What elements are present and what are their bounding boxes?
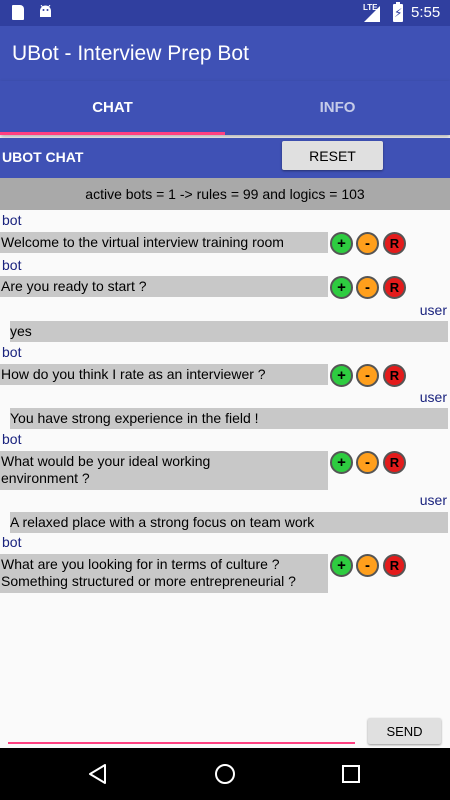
bot-message: What would be your ideal working environ… (0, 451, 328, 490)
message-line: environment ? (1, 470, 90, 486)
tab-info[interactable]: INFO (225, 81, 450, 135)
chat-header-label: UBOT CHAT (2, 149, 84, 165)
minus-button[interactable]: - (356, 451, 379, 474)
app-bar: UBot - Interview Prep Bot (0, 26, 450, 81)
user-message: You have strong experience in the field … (10, 408, 448, 429)
plus-button[interactable]: + (330, 276, 353, 299)
bot-message: Welcome to the virtual interview trainin… (0, 232, 328, 253)
message-line: Something structured or more entrepreneu… (1, 573, 296, 589)
signal-icon (364, 6, 380, 22)
r-button[interactable]: R (383, 554, 406, 577)
tab-bar: CHAT INFO (0, 81, 450, 135)
plus-button[interactable]: + (330, 554, 353, 577)
tab-indicator (0, 132, 225, 135)
message-line: You have strong experience in the field … (10, 410, 259, 426)
sd-card-icon (12, 5, 24, 20)
home-icon[interactable] (214, 763, 236, 785)
r-button[interactable]: R (383, 451, 406, 474)
status-bar: LTE ⚡ 5:55 (0, 0, 450, 26)
plus-button[interactable]: + (330, 451, 353, 474)
r-button[interactable]: R (383, 232, 406, 255)
back-icon[interactable] (88, 764, 108, 784)
sender-label: user (419, 389, 447, 405)
sender-label: bot (2, 257, 22, 273)
clock: 5:55 (411, 4, 441, 21)
send-button[interactable]: SEND (368, 718, 441, 744)
chat-list[interactable]: bot Welcome to the virtual interview tra… (0, 210, 450, 708)
message-composer: SEND (0, 708, 450, 748)
sender-label: bot (2, 534, 22, 550)
bot-stats-bar: active bots = 1 -> rules = 99 and logics… (0, 178, 450, 210)
chat-header: UBOT CHAT RESET (0, 138, 450, 178)
sender-label: bot (2, 431, 22, 447)
bot-message: How do you think I rate as an interviewe… (0, 364, 328, 385)
bot-message: Are you ready to start ? (0, 276, 328, 297)
sender-label: user (419, 492, 447, 508)
message-line: A relaxed place with a strong focus on t… (10, 514, 315, 530)
message-line: yes (10, 323, 32, 339)
sender-label: bot (2, 212, 22, 228)
android-icon (40, 5, 51, 17)
user-message: yes (10, 321, 448, 342)
reset-button[interactable]: RESET (282, 141, 383, 170)
minus-button[interactable]: - (356, 364, 379, 387)
message-line: What are you looking for in terms of cul… (1, 556, 280, 572)
bot-message: What are you looking for in terms of cul… (0, 554, 328, 593)
system-nav-bar (0, 748, 450, 800)
minus-button[interactable]: - (356, 554, 379, 577)
tab-chat[interactable]: CHAT (0, 81, 225, 135)
sender-label: user (419, 302, 447, 318)
message-line: How do you think I rate as an interviewe… (1, 366, 266, 382)
r-button[interactable]: R (383, 364, 406, 387)
battery-charging-icon: ⚡ (393, 2, 403, 22)
message-input[interactable] (8, 716, 355, 744)
plus-button[interactable]: + (330, 232, 353, 255)
minus-button[interactable]: - (356, 232, 379, 255)
app-title: UBot - Interview Prep Bot (12, 42, 249, 65)
sender-label: bot (2, 344, 22, 360)
message-line: Are you ready to start ? (1, 278, 147, 294)
r-button[interactable]: R (383, 276, 406, 299)
message-line: Welcome to the virtual interview trainin… (1, 234, 284, 250)
plus-button[interactable]: + (330, 364, 353, 387)
minus-button[interactable]: - (356, 276, 379, 299)
recents-icon[interactable] (342, 765, 360, 783)
message-line: What would be your ideal working (1, 453, 211, 469)
user-message: A relaxed place with a strong focus on t… (10, 512, 448, 533)
